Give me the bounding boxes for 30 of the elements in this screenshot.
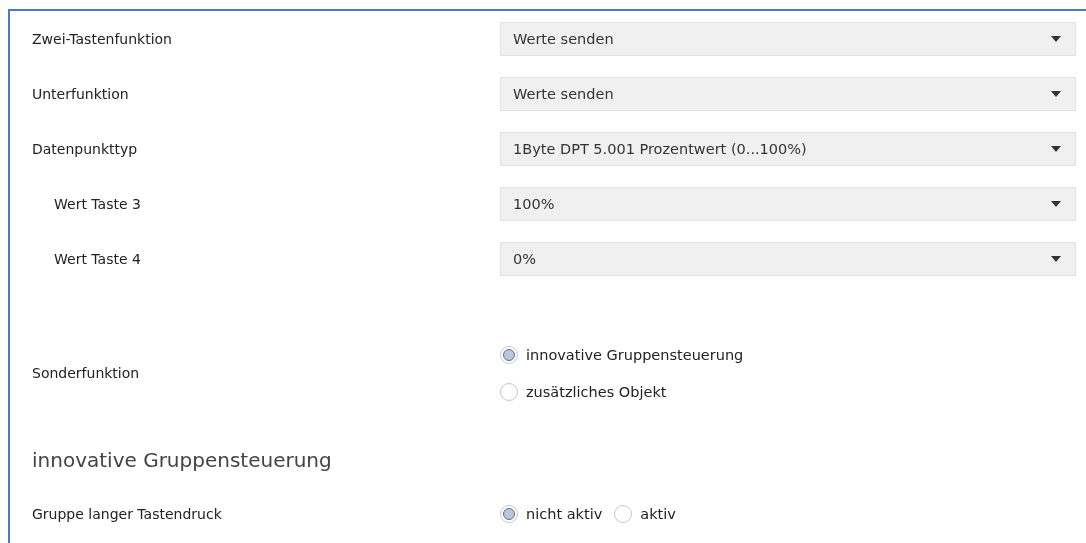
field-label: Sonderfunktion — [32, 365, 141, 381]
section-heading: innovative Gruppensteuerung — [32, 448, 333, 472]
radio-button[interactable] — [500, 345, 518, 364]
caret-icon — [1051, 35, 1061, 42]
caret-icon — [1051, 255, 1061, 262]
field-label: Wert Taste 4 — [53, 250, 142, 267]
radio-option[interactable]: innovative Gruppensteuerung — [500, 345, 1076, 364]
radio-label: zusätzliches Objekt — [526, 383, 667, 400]
radio-label: aktiv — [640, 506, 676, 522]
dropdown[interactable]: 100% — [500, 186, 1076, 221]
radio-button[interactable] — [500, 382, 518, 401]
dropdown[interactable]: Werte senden — [500, 76, 1076, 111]
field-label: Gruppe langer Tastendruck — [32, 506, 223, 522]
caret-icon — [1051, 200, 1061, 207]
dropdown[interactable]: 1Byte DPT 5.001 Prozentwert (0...100%) — [500, 131, 1076, 166]
radio-label: innovative Gruppensteuerung — [526, 346, 744, 363]
field-label: Unterfunktion — [32, 85, 130, 102]
dropdown[interactable]: 0% — [500, 241, 1076, 276]
field-label: Datenpunkttyp — [32, 140, 139, 157]
radio-option[interactable]: nicht aktiv — [500, 505, 603, 523]
caret-icon — [1051, 145, 1061, 152]
dropdown[interactable]: Werte senden — [500, 21, 1076, 56]
field-label: Zwei-Tastenfunktion — [32, 30, 173, 47]
radio-button[interactable] — [500, 505, 518, 523]
field-label: Wert Taste 3 — [53, 195, 142, 212]
radio-option[interactable]: aktiv — [614, 505, 676, 523]
radio-label: nicht aktiv — [526, 506, 603, 522]
radio-option[interactable]: zusätzliches Objekt — [500, 382, 1076, 401]
radio-button[interactable] — [614, 505, 633, 523]
caret-icon — [1051, 90, 1061, 97]
